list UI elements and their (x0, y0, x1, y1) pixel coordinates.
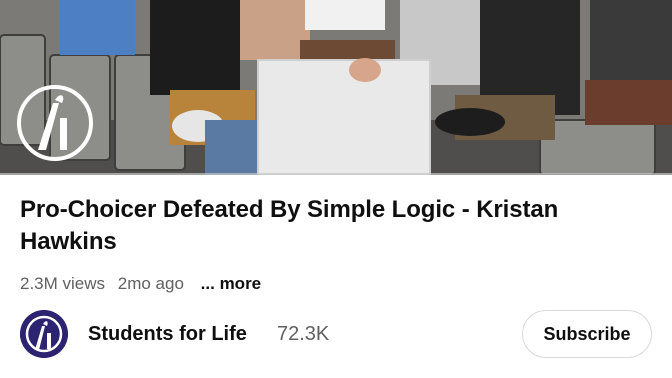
students-for-life-logo-icon (20, 310, 68, 358)
more-link[interactable]: ... more (201, 274, 261, 293)
view-count: 2.3M views (20, 274, 106, 293)
video-player[interactable] (0, 0, 672, 175)
channel-name[interactable]: Students for Life (88, 323, 247, 346)
video-frame (0, 0, 672, 175)
progress-bar[interactable] (0, 173, 672, 175)
upload-age: 2mo ago (117, 274, 184, 293)
video-title[interactable]: Pro-Choicer Defeated By Simple Logic - K… (20, 194, 640, 258)
subscribe-button[interactable]: Subscribe (522, 310, 652, 358)
channel-row: Students for Life 72.3K Subscribe (20, 310, 652, 360)
channel-avatar[interactable] (20, 310, 68, 358)
video-metadata[interactable]: 2.3M views 2mo ago ... more (20, 274, 269, 294)
subscriber-count: 72.3K (277, 323, 330, 345)
